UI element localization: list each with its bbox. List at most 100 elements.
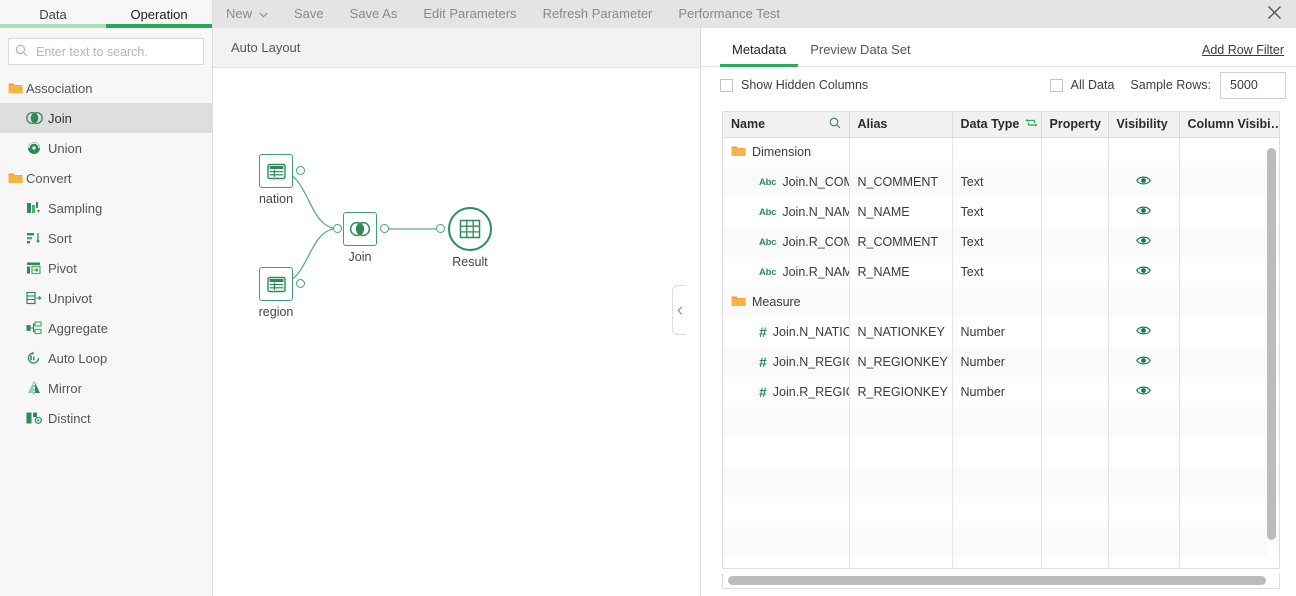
column-header-column-visibility[interactable]: Column Visibi…: [1179, 112, 1279, 138]
nav-group-association[interactable]: Association: [0, 73, 212, 103]
canvas-node-join[interactable]: Join: [333, 212, 389, 264]
table-horizontal-scrollbar[interactable]: [722, 573, 1280, 589]
empty-cell: [1108, 407, 1180, 437]
sidebar-item-pivot[interactable]: Pivot: [0, 253, 212, 283]
eye-icon[interactable]: [1136, 175, 1151, 189]
column-header-name[interactable]: Name: [723, 112, 850, 138]
table-vertical-scrollbar[interactable]: [1267, 140, 1276, 558]
eye-icon[interactable]: [1136, 205, 1151, 219]
toolbar-new-button[interactable]: New: [213, 0, 281, 28]
empty-cell: [1108, 467, 1180, 497]
toolbar-save-as-label: Save As: [349, 6, 398, 21]
panel-collapse-handle[interactable]: [672, 285, 686, 335]
column-header-property[interactable]: Property: [1041, 112, 1109, 138]
eye-icon[interactable]: [1136, 325, 1151, 339]
node-output-port[interactable]: [296, 279, 305, 288]
search-icon[interactable]: [829, 117, 841, 132]
table-row[interactable]: Abc Join.R_NAME R_NAME Text: [723, 257, 1279, 287]
column-header-visibility[interactable]: Visibility: [1108, 112, 1180, 138]
toolbar-edit-parameters-button[interactable]: Edit Parameters: [410, 0, 529, 28]
sidebar-tab-operation[interactable]: Operation: [106, 0, 212, 28]
row-data-type-cell: Number: [952, 377, 1042, 407]
row-visibility-cell[interactable]: [1108, 167, 1180, 197]
close-button[interactable]: [1252, 0, 1296, 28]
row-alias-cell: R_COMMENT: [849, 227, 953, 257]
auto-layout-button[interactable]: Auto Layout: [213, 40, 318, 55]
empty-cell: [723, 407, 850, 437]
row-visibility-cell[interactable]: [1108, 257, 1180, 287]
canvas-workspace[interactable]: nation region Join Result: [213, 68, 700, 596]
row-visibility-cell[interactable]: [1108, 317, 1180, 347]
scrollbar-thumb[interactable]: [728, 576, 1266, 585]
empty-cell: [1041, 407, 1109, 437]
eye-icon[interactable]: [1136, 355, 1151, 369]
sidebar-search[interactable]: [8, 38, 204, 65]
tab-metadata[interactable]: Metadata: [720, 42, 799, 67]
node-input-port[interactable]: [333, 224, 342, 233]
canvas-node-region[interactable]: region: [259, 267, 305, 319]
scrollbar-thumb[interactable]: [1267, 148, 1276, 540]
sidebar-item-sampling[interactable]: Sampling: [0, 193, 212, 223]
node-output-port[interactable]: [380, 224, 389, 233]
search-input[interactable]: [34, 43, 199, 60]
row-visibility-cell[interactable]: [1108, 227, 1180, 257]
eye-icon[interactable]: [1136, 265, 1151, 279]
sidebar-tab-data[interactable]: Data: [0, 0, 106, 28]
row-visibility-cell[interactable]: [1108, 347, 1180, 377]
toolbar-performance-test-button[interactable]: Performance Test: [665, 0, 793, 28]
operation-nav-list: Association Join Union Convert Sampling …: [0, 73, 212, 433]
canvas-node-nation[interactable]: nation: [259, 154, 305, 206]
add-row-filter-link[interactable]: Add Row Filter: [1202, 43, 1284, 57]
sidebar-item-auto-loop[interactable]: Auto Loop: [0, 343, 212, 373]
empty-cell: [849, 437, 953, 467]
sidebar-item-join[interactable]: Join: [0, 103, 212, 133]
table-row[interactable]: Abc Join.N_COMMENT N_COMMENT Text: [723, 167, 1279, 197]
hash-icon: #: [759, 384, 767, 400]
toolbar-refresh-parameter-button[interactable]: Refresh Parameter: [530, 0, 666, 28]
toolbar-save-as-button[interactable]: Save As: [337, 0, 411, 28]
row-alias-cell: N_NAME: [849, 197, 953, 227]
sidebar-item-unpivot[interactable]: Unpivot: [0, 283, 212, 313]
eye-icon[interactable]: [1136, 385, 1151, 399]
table-row[interactable]: # Join.N_NATIONKEY N_NATIONKEY Number: [723, 317, 1279, 347]
table-row[interactable]: Dimension: [723, 137, 1279, 167]
node-output-port[interactable]: [296, 166, 305, 175]
column-header-data-type[interactable]: Data Type: [952, 112, 1042, 138]
sidebar-item-mirror[interactable]: Mirror: [0, 373, 212, 403]
row-property-cell: [1041, 377, 1109, 407]
show-hidden-columns-checkbox[interactable]: [720, 78, 733, 92]
sidebar-item-distinct[interactable]: Distinct: [0, 403, 212, 433]
sidebar-item-aggregate[interactable]: Aggregate: [0, 313, 212, 343]
row-visibility-cell[interactable]: [1108, 377, 1180, 407]
sample-rows-input[interactable]: 5000: [1220, 71, 1286, 99]
row-visibility-cell[interactable]: [1108, 197, 1180, 227]
row-alias-cell: N_NATIONKEY: [849, 317, 953, 347]
all-data-option[interactable]: All Data: [1049, 78, 1114, 92]
table-row[interactable]: Abc Join.N_NAME N_NAME Text: [723, 197, 1279, 227]
sidebar-item-sort[interactable]: Sort: [0, 223, 212, 253]
all-data-checkbox[interactable]: [1049, 78, 1063, 92]
canvas-node-result[interactable]: Result: [436, 207, 492, 269]
eye-icon[interactable]: [1136, 235, 1151, 249]
folder-icon: [4, 172, 26, 184]
empty-cell: [1108, 437, 1180, 467]
table-row[interactable]: # Join.N_REGIONKEY N_REGIONKEY Number: [723, 347, 1279, 377]
table-row[interactable]: Abc Join.R_COMMENT R_COMMENT Text: [723, 227, 1279, 257]
abc-icon: Abc: [759, 236, 777, 248]
swap-icon[interactable]: [1025, 117, 1038, 132]
tab-preview-data-set[interactable]: Preview Data Set: [798, 42, 922, 66]
empty-cell: [1179, 407, 1279, 437]
toolbar-save-button[interactable]: Save: [281, 0, 337, 28]
nav-group-convert[interactable]: Convert: [0, 163, 212, 193]
empty-cell: [1108, 527, 1180, 557]
table-row[interactable]: Measure: [723, 287, 1279, 317]
empty-cell: [952, 497, 1042, 527]
sidebar-item-union[interactable]: Union: [0, 133, 212, 163]
sample-rows-value: 5000: [1230, 78, 1258, 92]
empty-cell: [1041, 557, 1109, 568]
table-row[interactable]: # Join.R_REGIONKEY R_REGIONKEY Number: [723, 377, 1279, 407]
node-input-port[interactable]: [436, 224, 445, 233]
app-root: Data Operation Enter text to search. Ass…: [0, 0, 1296, 596]
column-header-alias[interactable]: Alias: [849, 112, 953, 138]
show-hidden-columns-option[interactable]: Show Hidden Columns: [720, 78, 868, 92]
